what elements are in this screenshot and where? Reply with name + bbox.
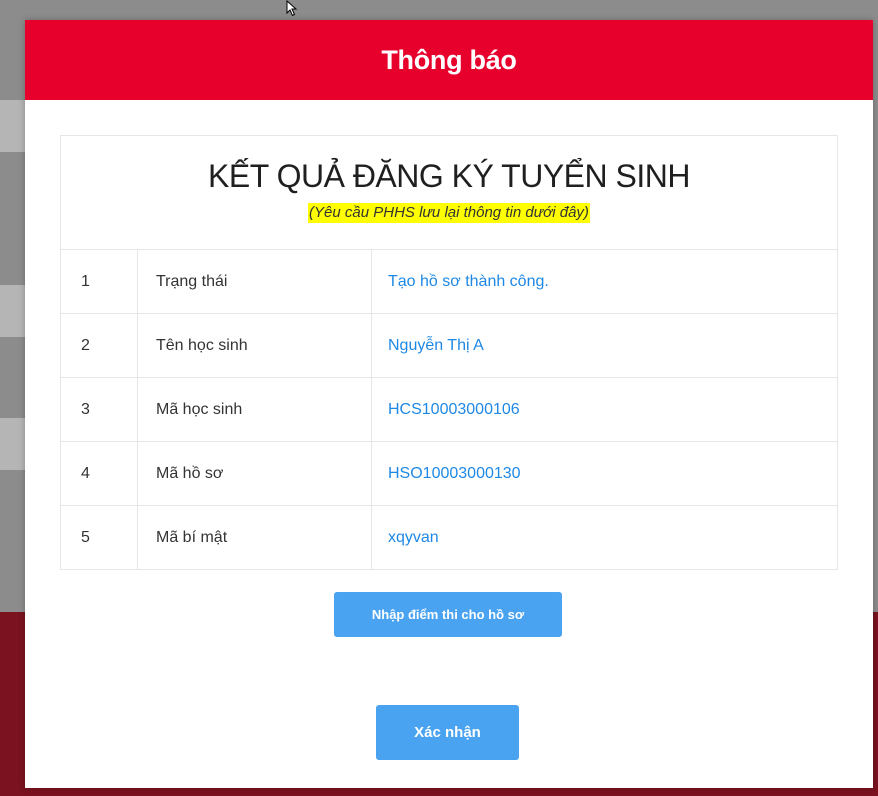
result-title: KẾT QUẢ ĐĂNG KÝ TUYỂN SINH [208,158,690,194]
background-field [0,100,25,152]
background-field [0,418,25,470]
result-table: KẾT QUẢ ĐĂNG KÝ TUYỂN SINH (Yêu cầu PHHS… [60,135,838,570]
table-row: 1 Trạng thái Tạo hồ sơ thành công. [61,250,837,314]
table-row: 5 Mã bí mật xqyvan [61,506,837,569]
result-note: (Yêu cầu PHHS lưu lại thông tin dưới đây… [308,203,590,223]
row-value-profile-code: HSO10003000130 [388,464,521,482]
modal-header: Thông báo [25,20,873,100]
row-value-status: Tạo hồ sơ thành công. [388,272,549,290]
result-heading: KẾT QUẢ ĐĂNG KÝ TUYỂN SINH (Yêu cầu PHHS… [61,136,837,250]
row-value-student-name: Nguyễn Thị A [388,336,484,354]
row-number: 1 [61,250,138,313]
row-number: 4 [61,442,138,505]
table-row: 2 Tên học sinh Nguyễn Thị A [61,314,837,378]
enter-exam-score-button[interactable]: Nhập điểm thi cho hồ sơ [334,592,562,637]
modal-title: Thông báo [381,44,517,75]
row-label: Mã bí mật [138,506,372,569]
table-row: 3 Mã học sinh HCS10003000106 [61,378,837,442]
row-label: Trạng thái [138,250,372,313]
row-label: Mã hồ sơ [138,442,372,505]
notification-modal: Thông báo KẾT QUẢ ĐĂNG KÝ TUYỂN SINH (Yê… [25,20,873,788]
row-number: 2 [61,314,138,377]
row-value-student-code: HCS10003000106 [388,400,520,418]
mouse-cursor-icon [286,0,298,17]
row-number: 5 [61,506,138,569]
background-field [0,285,25,337]
row-number: 3 [61,378,138,441]
row-label: Tên học sinh [138,314,372,377]
row-value-secret-code: xqyvan [388,528,439,546]
table-row: 4 Mã hồ sơ HSO10003000130 [61,442,837,506]
confirm-button[interactable]: Xác nhận [376,705,519,760]
row-label: Mã học sinh [138,378,372,441]
